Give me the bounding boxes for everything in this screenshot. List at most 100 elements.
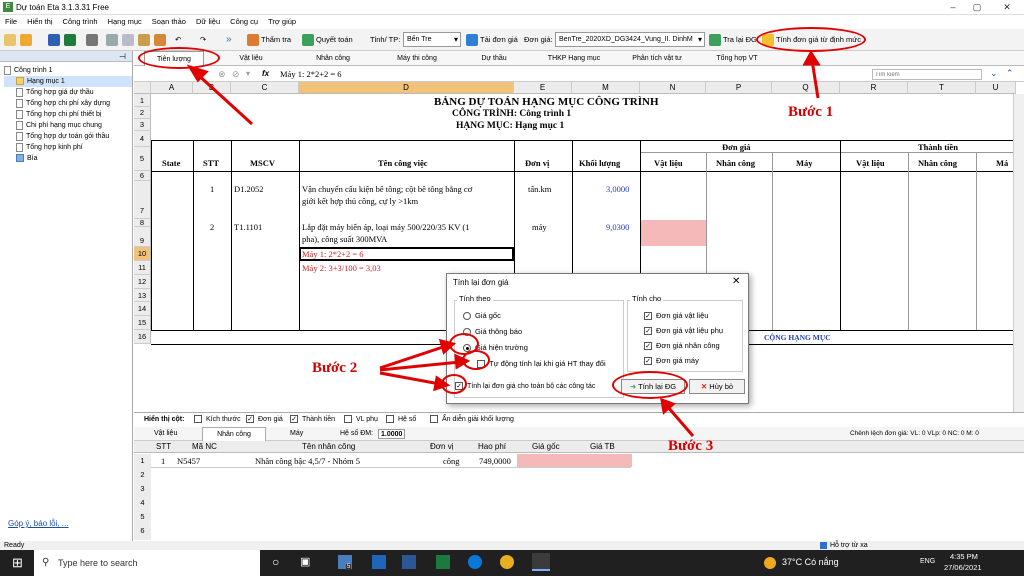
pink-cell[interactable]: [641, 220, 706, 246]
he-so-checkbox[interactable]: Hệ số: [386, 414, 416, 426]
quyet-toan-button[interactable]: Quyết toán: [302, 32, 353, 48]
excel-taskbar-icon[interactable]: [436, 555, 450, 569]
tu-dong-checkbox[interactable]: Tự động tính lại khi giá HT thay đổi: [477, 359, 606, 369]
col-header[interactable]: U: [976, 82, 1016, 94]
vl-phu-checkbox[interactable]: VL phụ: [344, 414, 378, 426]
tai-don-gia-button[interactable]: Tải đơn giá: [466, 32, 518, 48]
col-header[interactable]: Q: [772, 82, 840, 94]
col-header[interactable]: E: [514, 82, 572, 94]
tree-du-toan-goi-thau[interactable]: Tổng hợp dự toán gói thầu: [4, 131, 132, 142]
chevron-up-icon[interactable]: ⌃: [1006, 68, 1014, 79]
corner-cell[interactable]: [134, 82, 151, 94]
row-header[interactable]: 8: [134, 219, 151, 227]
vertical-scrollbar[interactable]: [1013, 94, 1024, 412]
redo-icon[interactable]: ↷: [200, 32, 206, 48]
eta-taskbar-icon[interactable]: [532, 553, 550, 571]
excel-icon[interactable]: [64, 32, 78, 48]
row-header[interactable]: 9: [134, 227, 151, 247]
row-header[interactable]: 6: [134, 171, 151, 181]
print-icon[interactable]: [86, 32, 100, 48]
dialog-close-icon[interactable]: ✕: [732, 276, 740, 287]
row-header[interactable]: 1: [134, 454, 151, 468]
menu-item[interactable]: Hạng mục: [103, 15, 147, 29]
row-header[interactable]: 5: [134, 510, 151, 524]
col-header[interactable]: T: [908, 82, 976, 94]
tab-detail-vat-lieu[interactable]: Vật liệu: [154, 427, 177, 441]
tab-phan-tich-vat-tu[interactable]: Phân tích vật tư: [620, 51, 694, 66]
col-header[interactable]: N: [640, 82, 706, 94]
row-header[interactable]: 5: [134, 147, 151, 171]
kich-thuoc-checkbox[interactable]: Kích thước: [194, 414, 241, 426]
weather-text[interactable]: 37°C Có nắng: [782, 557, 839, 567]
row-header[interactable]: 2: [134, 468, 151, 482]
tree-project[interactable]: Công trình 1: [4, 65, 132, 76]
an-dien-giai-checkbox[interactable]: Ẩn diễn giải khối lượng: [430, 414, 514, 426]
sidebar-pin-icon[interactable]: ⊣: [0, 51, 132, 62]
formula-input[interactable]: Máy 1: 2*2+2 = 6: [280, 69, 342, 79]
row-header[interactable]: 13: [134, 289, 151, 302]
menu-tools[interactable]: Công cụ: [225, 15, 263, 29]
tham-tra-button[interactable]: Thẩm tra: [247, 32, 291, 48]
remote-help-link[interactable]: Hỗ trợ từ xa: [820, 541, 868, 550]
close-button[interactable]: ✕: [996, 1, 1018, 14]
tree-chi-phi-thiet-bi[interactable]: Tổng hợp chi phí thiết bị: [4, 109, 132, 120]
menu-help[interactable]: Trợ giúp: [263, 15, 301, 29]
province-select[interactable]: Bến Tre: [403, 32, 461, 47]
row-header[interactable]: 10: [134, 247, 151, 261]
tree-kinh-phi[interactable]: Tổng hợp kinh phí: [4, 142, 132, 153]
taskbar-search[interactable]: ⚲ Type here to search: [34, 550, 260, 576]
col-header[interactable]: P: [706, 82, 772, 94]
tree-chi-phi-xay-dung[interactable]: Tổng hợp chi phí xây dựng: [4, 98, 132, 109]
confirm-icon[interactable]: ⊘: [232, 69, 240, 80]
toan-bo-checkbox[interactable]: ✓ Tính lại đơn giá cho toàn bộ các công t…: [455, 382, 595, 390]
menu-view[interactable]: Hiển thị: [22, 15, 57, 29]
save-icon[interactable]: [48, 32, 62, 48]
chrome-icon[interactable]: [500, 555, 514, 569]
menu-file[interactable]: File: [0, 15, 22, 29]
dropdown-icon[interactable]: ▾: [246, 69, 250, 78]
dg-vat-lieu-phu-checkbox[interactable]: ✓ Đơn giá vật liệu phụ: [644, 326, 723, 336]
tab-detail-nhan-cong[interactable]: Nhân công: [202, 427, 266, 441]
col-header[interactable]: B: [193, 82, 231, 94]
row-header[interactable]: 3: [134, 482, 151, 496]
maximize-button[interactable]: ▢: [966, 1, 988, 14]
price-cells[interactable]: [517, 454, 632, 467]
row-header[interactable]: 15: [134, 316, 151, 330]
tree-bia[interactable]: Bìa: [4, 153, 132, 164]
word-icon[interactable]: [402, 555, 416, 569]
undo-icon[interactable]: ↶: [175, 32, 181, 48]
clock-date[interactable]: 27/06/2021: [944, 563, 982, 572]
don-gia-select[interactable]: BenTre_2020XD_DG3424_Vung_II. DinhM: [555, 32, 705, 47]
open-icon[interactable]: [20, 32, 34, 48]
col-header[interactable]: D: [299, 82, 514, 94]
cortana-icon[interactable]: ○: [272, 556, 279, 568]
row-header[interactable]: 12: [134, 275, 151, 289]
tab-thkp-hang-muc[interactable]: THKP Hạng mục: [534, 51, 614, 66]
windows-start-icon[interactable]: ⊞: [12, 556, 23, 569]
col-header[interactable]: A: [151, 82, 193, 94]
row-header[interactable]: 1: [134, 94, 151, 107]
col-header[interactable]: R: [840, 82, 908, 94]
row-header[interactable]: 2: [134, 107, 151, 119]
tab-detail-may[interactable]: Máy: [290, 427, 303, 441]
row-header[interactable]: 16: [134, 330, 151, 344]
menu-data[interactable]: Dữ liệu: [191, 15, 225, 29]
row-header[interactable]: 4: [134, 496, 151, 510]
menu-edit[interactable]: Soạn thảo: [147, 15, 191, 29]
menu-project[interactable]: Công trình: [58, 15, 103, 29]
tree-gia-du-thau[interactable]: Tổng hợp giá dự thầu: [4, 87, 132, 98]
thanh-tien-checkbox[interactable]: ✓ Thành tiền: [290, 414, 335, 426]
zalo-icon[interactable]: [468, 555, 482, 569]
dg-vat-lieu-checkbox[interactable]: ✓ Đơn giá vật liệu: [644, 311, 708, 321]
dg-nhan-cong-checkbox[interactable]: ✓ Đơn giá nhân công: [644, 341, 720, 351]
minimize-button[interactable]: –: [942, 1, 964, 14]
forward-icon[interactable]: »: [226, 32, 232, 48]
brush-icon[interactable]: [154, 32, 168, 48]
new-icon[interactable]: [4, 32, 18, 48]
language-indicator[interactable]: ENG: [920, 558, 935, 565]
search-input[interactable]: [872, 69, 982, 80]
clock-time[interactable]: 4:35 PM: [950, 552, 978, 561]
paste-icon[interactable]: [138, 32, 152, 48]
tree-hang-muc-chung[interactable]: Chi phí hạng mục chung: [4, 120, 132, 131]
don-gia-checkbox[interactable]: ✓ Đơn giá: [246, 414, 283, 426]
